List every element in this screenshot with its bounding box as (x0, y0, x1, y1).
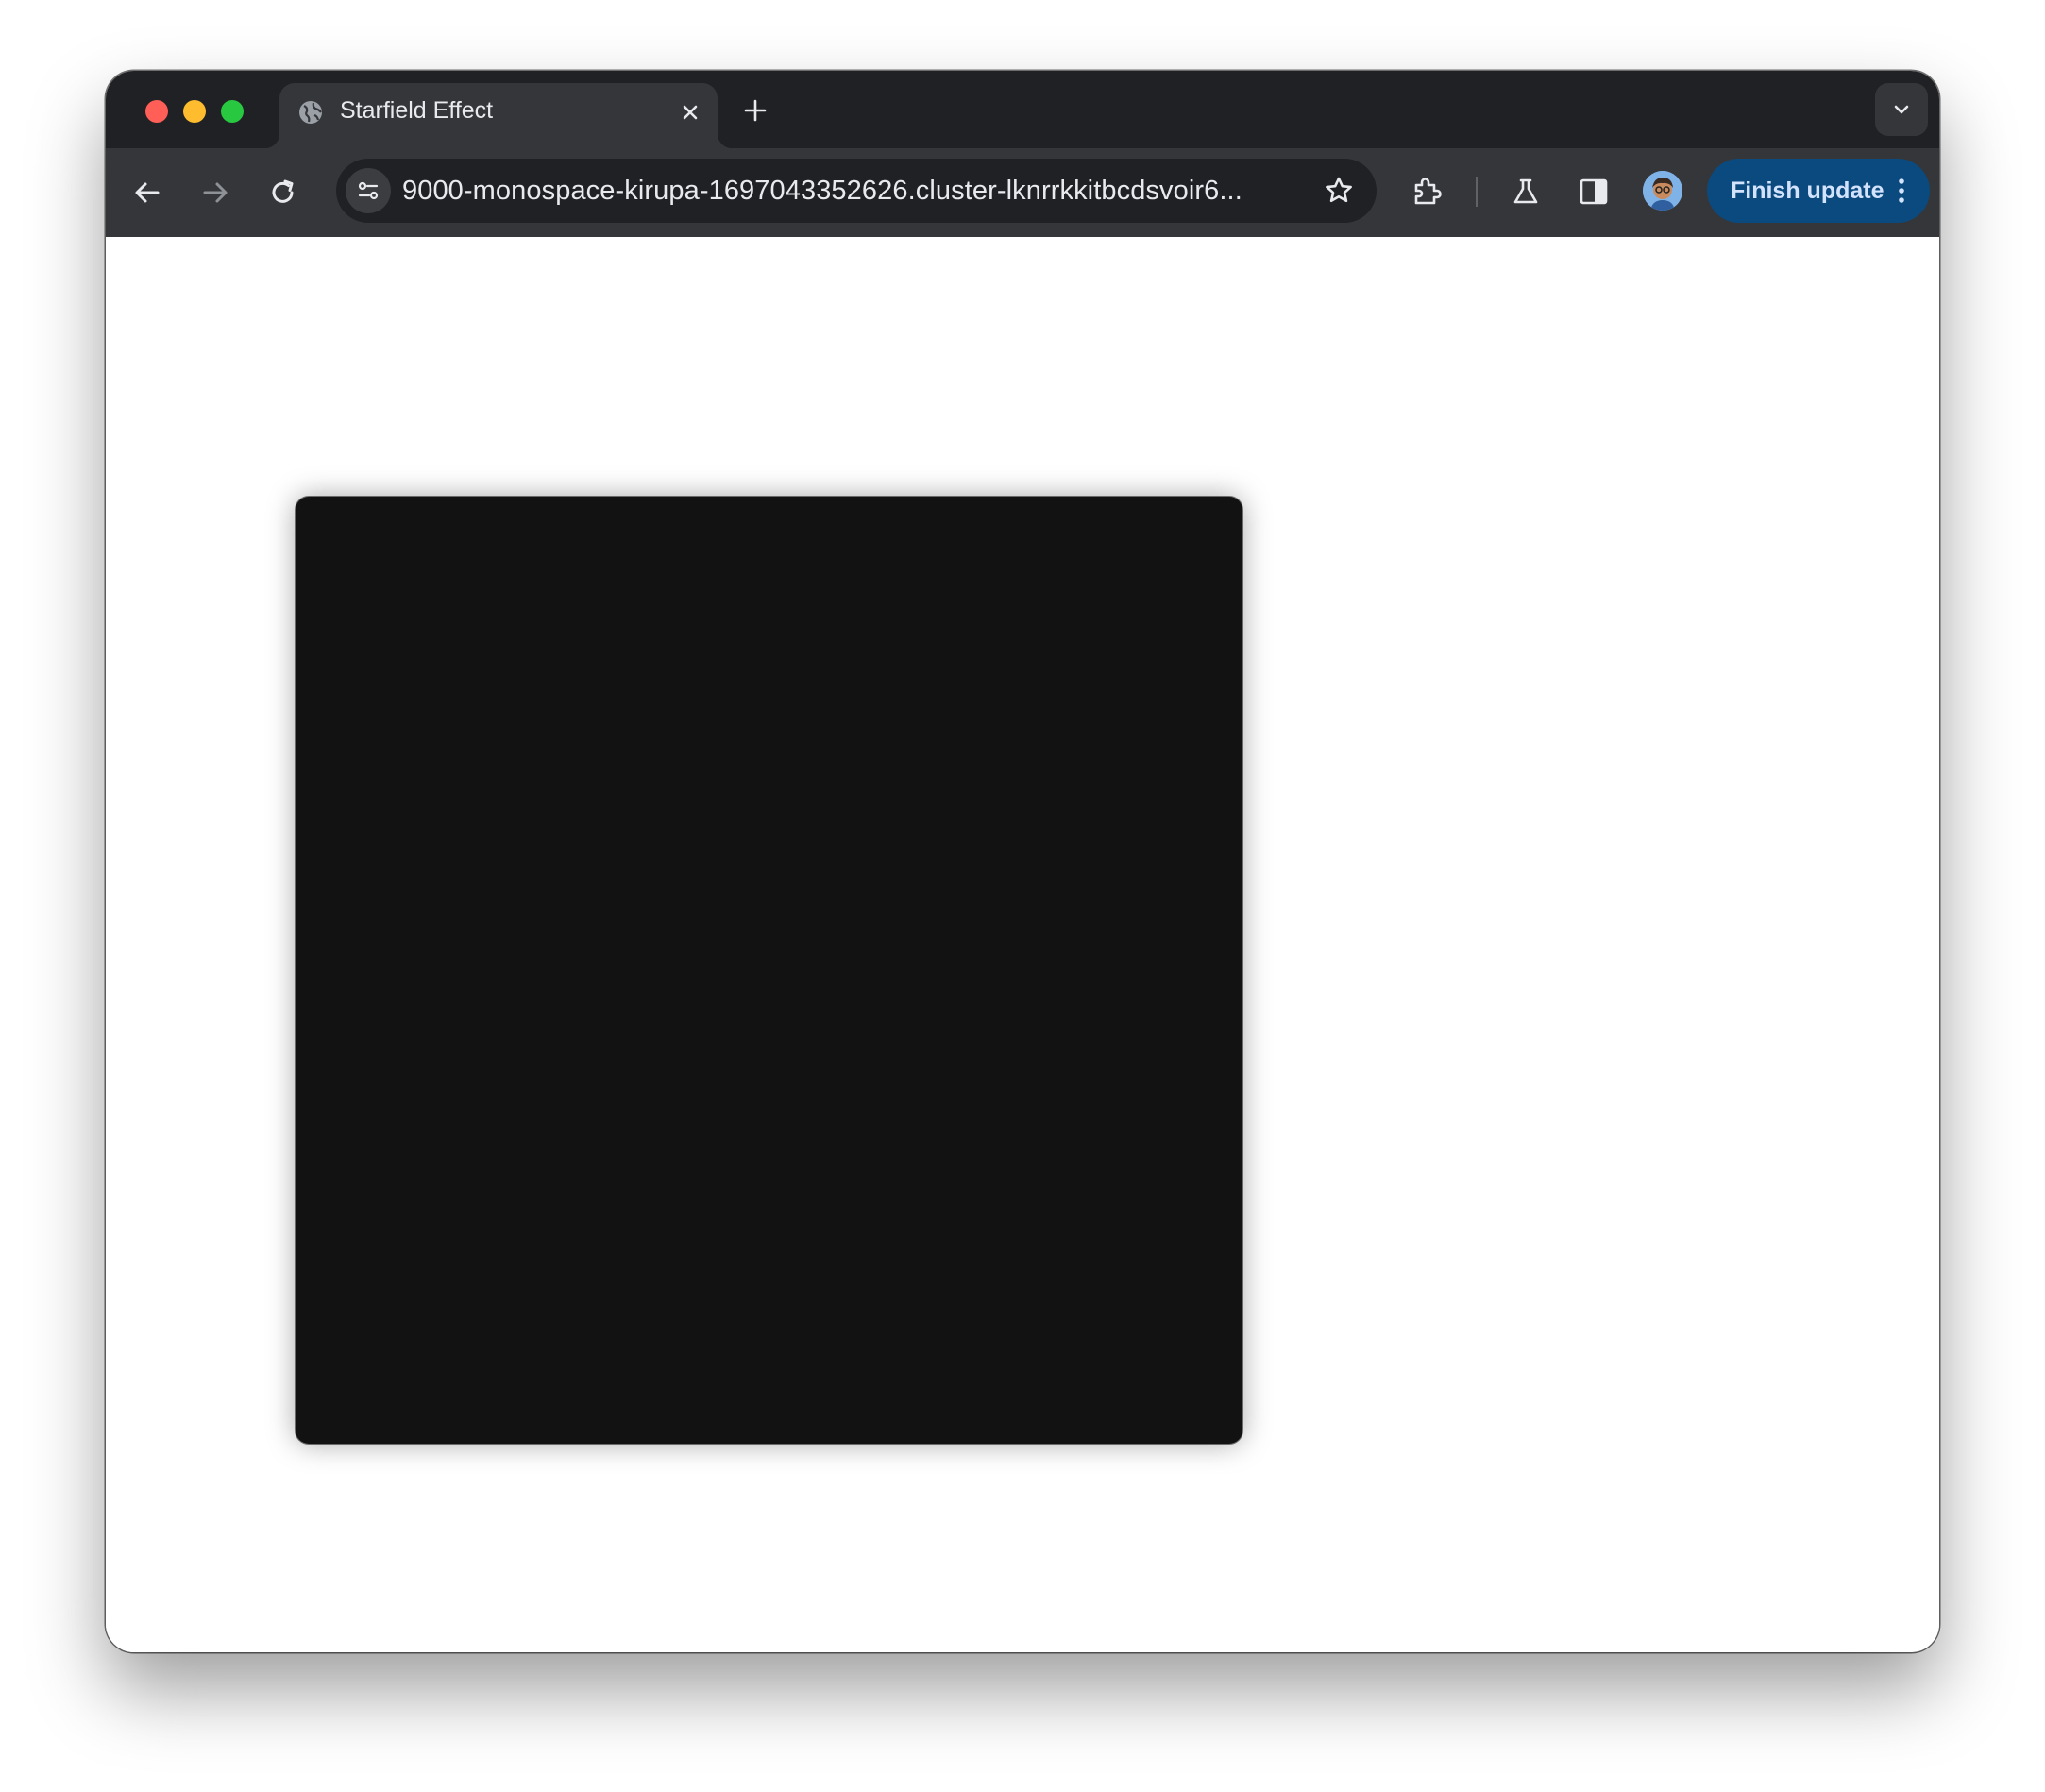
window-close-button[interactable] (145, 100, 168, 123)
kebab-icon[interactable] (1886, 176, 1917, 206)
avatar[interactable] (1643, 171, 1682, 211)
finish-update-button[interactable]: Finish update (1707, 159, 1930, 223)
window-maximize-button[interactable] (221, 100, 244, 123)
arrow-right-icon[interactable] (198, 176, 232, 210)
tab-search-button[interactable] (1875, 83, 1928, 136)
toolbar-divider (1476, 177, 1478, 207)
starfield-canvas[interactable] (296, 497, 1242, 1444)
flask-icon[interactable] (1509, 175, 1543, 209)
side-panel-icon[interactable] (1577, 175, 1611, 209)
url-text[interactable]: 9000-monospace-kirupa-1697043352626.clus… (402, 176, 1242, 207)
tab-strip: Starfield Effect (106, 71, 1939, 148)
tune-icon[interactable] (346, 168, 391, 213)
page-content (106, 237, 1939, 1652)
toolbar: 9000-monospace-kirupa-1697043352626.clus… (106, 148, 1939, 237)
tab-title: Starfield Effect (340, 97, 494, 124)
close-icon[interactable] (676, 98, 704, 127)
globe-icon (296, 98, 325, 127)
star-icon[interactable] (1322, 174, 1356, 208)
tab-starfield-effect[interactable]: Starfield Effect (264, 83, 733, 148)
puzzle-icon[interactable] (1409, 174, 1443, 208)
window-minimize-button[interactable] (183, 100, 206, 123)
address-bar[interactable]: 9000-monospace-kirupa-1697043352626.clus… (336, 159, 1377, 223)
chevron-down-icon (1894, 105, 1909, 114)
finish-update-label: Finish update (1731, 178, 1884, 204)
plus-icon[interactable] (740, 95, 770, 126)
reload-icon[interactable] (266, 176, 300, 210)
arrow-left-icon[interactable] (130, 176, 164, 210)
browser-window: Starfield Effect 9000-monospace-kirupa-1… (106, 71, 1939, 1652)
